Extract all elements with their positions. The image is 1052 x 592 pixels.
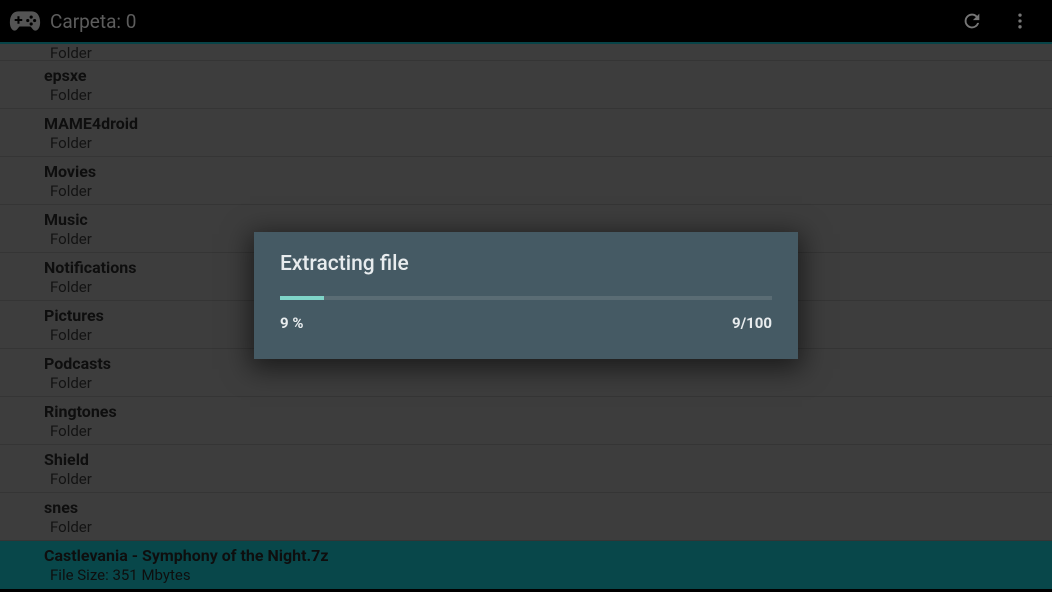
progress-percent: 9 % xyxy=(280,314,303,332)
progress-row: 9 % 9/100 xyxy=(280,314,772,332)
progress-count: 9/100 xyxy=(732,314,772,332)
progress-fill xyxy=(280,296,324,300)
progress-bar xyxy=(280,296,772,300)
dialog-title: Extracting file xyxy=(280,252,772,276)
progress-dialog: Extracting file 9 % 9/100 xyxy=(254,232,798,359)
